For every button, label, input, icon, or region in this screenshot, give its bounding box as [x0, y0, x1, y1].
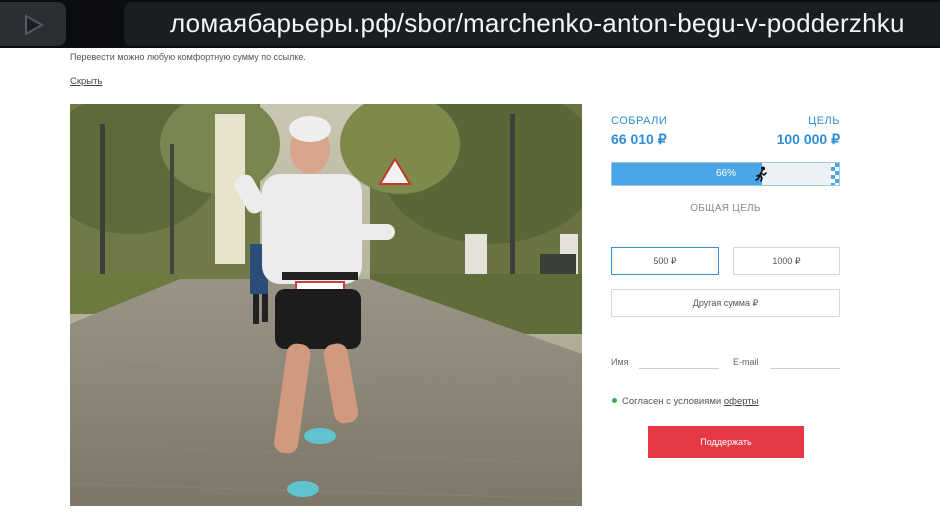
intro-text: Перевести можно любую комфортную сумму п… — [70, 52, 306, 62]
amount-500-button[interactable]: 500 ₽ — [611, 247, 719, 275]
goal-label: ЦЕЛЬ — [808, 115, 840, 127]
play-button[interactable] — [0, 2, 66, 46]
common-goal-label: ОБЩАЯ ЦЕЛЬ — [690, 203, 761, 214]
email-underline — [770, 368, 840, 369]
progress-fill — [612, 163, 762, 185]
email-input[interactable] — [771, 355, 839, 367]
finish-flag — [831, 163, 839, 185]
collected-amount: 66 010 ₽ — [611, 131, 667, 147]
agree-label: Согласен с условиями — [622, 396, 724, 407]
goal-amount: 100 000 ₽ — [776, 131, 840, 147]
progress-percent: 66% — [716, 168, 737, 179]
runner-photo: 2222 — [70, 104, 582, 506]
agree-text: Согласен с условиями оферты — [622, 396, 758, 407]
progress-bar: 66% — [611, 162, 840, 186]
hide-link[interactable]: Скрыть — [70, 76, 102, 87]
name-input[interactable] — [640, 355, 718, 367]
play-icon — [25, 14, 44, 36]
amount-1000-button[interactable]: 1000 ₽ — [733, 247, 840, 275]
offer-link[interactable]: оферты — [724, 396, 759, 407]
runner-icon — [755, 166, 767, 182]
name-label: Имя — [611, 357, 629, 367]
url-overlay-bar: ломаябарьеры.рф/sbor/marchenko-anton-beg… — [0, 0, 940, 48]
collected-label: СОБРАЛИ — [611, 115, 668, 127]
other-amount-button[interactable]: Другая сумма ₽ — [611, 289, 840, 317]
agree-checkbox[interactable] — [612, 398, 617, 403]
support-button[interactable]: Поддержать — [648, 426, 804, 458]
name-underline — [639, 368, 719, 369]
url-text: ломаябарьеры.рф/sbor/marchenko-anton-beg… — [170, 8, 905, 38]
email-label: E-mail — [733, 357, 759, 367]
